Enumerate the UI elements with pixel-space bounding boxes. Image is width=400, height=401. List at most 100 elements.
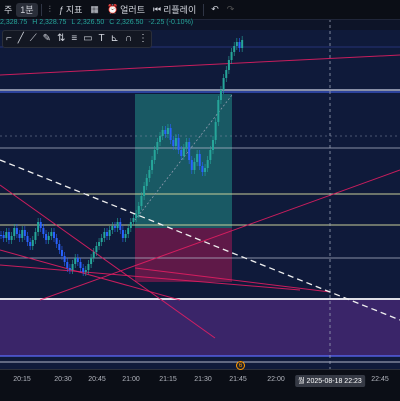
- toolbar-item-1[interactable]: 주: [0, 0, 16, 19]
- candle-body: [71, 264, 74, 270]
- brush-icon[interactable]: ✎: [43, 34, 51, 44]
- time-axis[interactable]: 20:15 20:30 20:45 21:00 21:15 21:30 21:45 22:00…: [0, 369, 400, 401]
- candle-body: [177, 138, 180, 150]
- time-tick-label: 21:45: [229, 376, 247, 383]
- candle-body: [156, 142, 159, 150]
- alarm-icon: ⏰: [106, 4, 119, 14]
- redo-button[interactable]: ↷: [223, 0, 239, 19]
- ohlc-change: -2.25 (-0.10%): [148, 19, 194, 26]
- replay-button[interactable]: ⏮ 리플레이: [149, 0, 200, 19]
- candle-body: [140, 196, 143, 206]
- candle-body: [204, 168, 207, 172]
- candle-body: [7, 232, 10, 240]
- candle-body: [145, 178, 148, 186]
- time-tick-label: 20:15: [13, 376, 31, 383]
- candle-body: [2, 235, 5, 238]
- rect-icon[interactable]: ▭: [83, 34, 92, 44]
- candle-body: [233, 46, 236, 52]
- candle-body: [206, 160, 209, 168]
- time-tick-label: 22:45: [371, 376, 389, 383]
- candle-body: [37, 222, 40, 232]
- candle-body: [92, 252, 95, 258]
- measure-icon[interactable]: ⊾: [111, 34, 119, 44]
- candle-body: [31, 240, 34, 246]
- fib-icon[interactable]: ≡: [71, 34, 77, 44]
- candle-body: [29, 242, 32, 246]
- position-icon[interactable]: ⇅: [57, 34, 65, 44]
- indicators-button[interactable]: ƒ 지표: [55, 0, 87, 19]
- candle-body: [198, 154, 201, 166]
- alert-button[interactable]: ⏰ 얼러트: [103, 0, 149, 19]
- candle-body: [58, 244, 61, 250]
- price-chart[interactable]: [0, 0, 400, 400]
- candle-body: [95, 246, 98, 252]
- candle-body: [26, 236, 29, 242]
- candle-body: [174, 138, 177, 146]
- candle-body: [23, 230, 26, 236]
- candle-body: [161, 130, 164, 136]
- ohlc-close: C 2,326.50: [109, 19, 144, 26]
- candle-body: [182, 148, 185, 156]
- drawing-toolbar: ⌐ ╱ ⟋ ✎ ⇅ ≡ ▭ T ⊾ ∩ ⋮: [2, 30, 152, 48]
- candle-body: [148, 170, 151, 178]
- line-icon[interactable]: ╱: [18, 34, 24, 44]
- ohlc-legend: 2,328.75 H 2,328.75 L 2,326.50 C 2,326.5…: [0, 19, 196, 30]
- candle-body: [124, 234, 127, 238]
- candle-body: [87, 264, 90, 270]
- crosshair-time-label: 월 2025-08-18 22:23: [295, 375, 365, 387]
- candle-body: [76, 258, 79, 262]
- candle-body: [113, 226, 116, 228]
- candle-body: [106, 232, 108, 236]
- candle-body: [34, 232, 37, 240]
- undo-button[interactable]: ↶: [207, 0, 223, 19]
- ray-icon[interactable]: ⟋: [30, 34, 37, 44]
- candles-icon: ⫶: [48, 4, 51, 14]
- candle-body: [84, 270, 87, 272]
- candle-body: [39, 222, 42, 228]
- candle-body: [185, 142, 188, 148]
- candle-body: [100, 238, 103, 242]
- candle-body: [132, 218, 135, 222]
- candle-body: [230, 52, 233, 60]
- candle-body: [53, 232, 55, 238]
- candle-body: [235, 42, 238, 46]
- magnet-icon[interactable]: ∩: [125, 34, 132, 44]
- candle-body: [60, 250, 63, 256]
- candle-body: [55, 238, 58, 244]
- candle-body: [193, 162, 196, 170]
- candle-body: [225, 70, 228, 78]
- ohlc-value: 2,328.75: [0, 19, 28, 26]
- candle-body: [108, 230, 111, 236]
- candle-body: [166, 128, 169, 134]
- candle-body: [90, 258, 93, 264]
- time-tick-label: 20:30: [54, 376, 72, 383]
- candle-body: [42, 228, 45, 234]
- candle-body: [135, 214, 138, 218]
- candle-body: [137, 206, 140, 214]
- candle-body: [164, 130, 167, 134]
- candle-body: [201, 166, 204, 172]
- lower-band-zone: [0, 300, 400, 356]
- more-icon[interactable]: ⋮: [138, 34, 148, 44]
- candle-body: [13, 228, 16, 236]
- text-icon[interactable]: T: [98, 34, 104, 44]
- candle-body: [190, 160, 193, 170]
- candle-body: [222, 78, 225, 90]
- candle-body: [212, 140, 214, 150]
- candle-body: [116, 222, 119, 228]
- candle-body: [127, 228, 130, 234]
- candle-body: [209, 150, 212, 160]
- bar-style-button[interactable]: ⫶: [45, 0, 55, 19]
- time-tick-label: 21:30: [194, 376, 212, 383]
- frame-icon[interactable]: ⌐: [6, 34, 12, 44]
- candle-body: [169, 128, 172, 140]
- candle-body: [153, 150, 156, 160]
- candle-body: [129, 222, 132, 228]
- event-marker[interactable]: 6: [236, 361, 245, 370]
- candle-body: [82, 268, 85, 272]
- candle-body: [66, 262, 69, 268]
- layout-button[interactable]: ▦: [86, 0, 103, 19]
- candle-body: [15, 228, 18, 234]
- interval-selector[interactable]: 1분: [16, 2, 38, 17]
- candle-body: [180, 150, 183, 156]
